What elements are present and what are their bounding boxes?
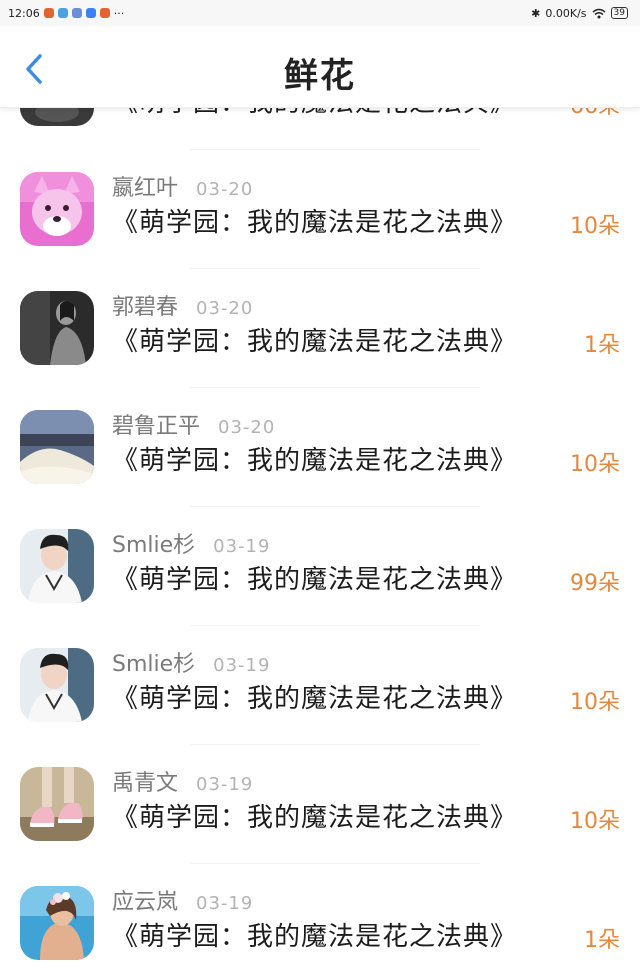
list-item[interactable]: 应云岚 03-19 《萌学园：我的魔法是花之法典》 1朵 bbox=[0, 886, 640, 974]
gift-date: 03-19 bbox=[196, 893, 254, 914]
flower-count: 10朵 bbox=[570, 809, 620, 834]
avatar[interactable] bbox=[20, 886, 94, 960]
user-name[interactable]: 碧鲁正平 bbox=[112, 408, 200, 440]
flower-count: 10朵 bbox=[570, 690, 620, 715]
row-meta: 禹青文 03-19 bbox=[112, 765, 254, 797]
list-item[interactable]: Smlie杉 03-19 《萌学园：我的魔法是花之法典》 99朵 bbox=[0, 529, 640, 648]
divider bbox=[190, 506, 480, 507]
list-item[interactable]: Smlie杉 03-19 《萌学园：我的魔法是花之法典》 10朵 bbox=[0, 648, 640, 767]
book-title: 《萌学园：我的魔法是花之法典》 bbox=[112, 803, 518, 833]
divider bbox=[190, 268, 480, 269]
user-name[interactable]: 郭碧春 bbox=[112, 289, 178, 321]
clock: 12:06 bbox=[8, 6, 40, 20]
avatar[interactable] bbox=[20, 172, 94, 246]
book-title: 《萌学园：我的魔法是花之法典》 bbox=[112, 327, 518, 357]
flower-count: 99朵 bbox=[570, 571, 620, 596]
book-title: 《萌学园：我的魔法是花之法典》 bbox=[112, 684, 518, 714]
avatar[interactable] bbox=[20, 410, 94, 484]
gift-date: 03-20 bbox=[218, 417, 276, 438]
flower-count: 1朵 bbox=[584, 928, 620, 953]
row-meta: 郭碧春 03-20 bbox=[112, 289, 254, 321]
row-meta: 应云岚 03-19 bbox=[112, 884, 254, 916]
user-name[interactable]: Smlie杉 bbox=[112, 527, 195, 559]
user-name[interactable]: 禹青文 bbox=[112, 765, 178, 797]
gift-date: 03-20 bbox=[196, 179, 254, 200]
network-speed: 0.00K/s bbox=[545, 6, 587, 20]
weibo-icon bbox=[99, 8, 110, 18]
app-icon bbox=[71, 8, 82, 18]
row-meta: Smlie杉 03-19 bbox=[112, 527, 271, 559]
page-title: 鲜花 bbox=[284, 56, 356, 96]
list-item[interactable]: 碧鲁正平 03-20 《萌学园：我的魔法是花之法典》 10朵 bbox=[0, 410, 640, 529]
cloud-icon bbox=[57, 8, 68, 18]
book-title: 《萌学园：我的魔法是花之法典》 bbox=[112, 446, 518, 476]
list-item[interactable]: 禹青文 03-19 《萌学园：我的魔法是花之法典》 10朵 bbox=[0, 767, 640, 886]
divider bbox=[190, 387, 480, 388]
app-icon bbox=[85, 8, 96, 18]
divider bbox=[190, 863, 480, 864]
row-meta: Smlie杉 03-19 bbox=[112, 646, 271, 678]
user-name[interactable]: Smlie杉 bbox=[112, 646, 195, 678]
bluetooth-icon: ✱ bbox=[531, 6, 541, 20]
battery-indicator: 39 bbox=[610, 7, 628, 19]
row-meta: 碧鲁正平 03-20 bbox=[112, 408, 276, 440]
book-title: 《萌学园：我的魔法是花之法典》 bbox=[112, 208, 518, 238]
book-title: 《萌学园：我的魔法是花之法典》 bbox=[112, 922, 518, 952]
flower-count: 1朵 bbox=[584, 333, 620, 358]
weibo-icon bbox=[43, 8, 54, 18]
row-meta: 嬴红叶 03-20 bbox=[112, 170, 254, 202]
user-name[interactable]: 嬴红叶 bbox=[112, 170, 178, 202]
status-bar: 12:06 ··· ✱ 0.00K/s 39 bbox=[0, 0, 640, 26]
list-item[interactable]: 嬴红叶 03-20 《萌学园：我的魔法是花之法典》 10朵 bbox=[0, 172, 640, 291]
gift-date: 03-19 bbox=[196, 774, 254, 795]
gift-date: 03-20 bbox=[196, 298, 254, 319]
wifi-icon bbox=[592, 8, 606, 18]
gift-date: 03-19 bbox=[213, 536, 271, 557]
more-notifications: ··· bbox=[113, 6, 125, 20]
avatar[interactable] bbox=[20, 767, 94, 841]
gift-date: 03-19 bbox=[213, 655, 271, 676]
flower-count: 10朵 bbox=[570, 452, 620, 477]
nav-header: 鲜花 bbox=[0, 26, 640, 108]
divider bbox=[190, 625, 480, 626]
book-title: 《萌学园：我的魔法是花之法典》 bbox=[112, 565, 518, 595]
flower-count: 10朵 bbox=[570, 214, 620, 239]
divider bbox=[190, 744, 480, 745]
screen: 《萌学园：我的魔法是花之法典》 66朵 嬴红叶 bbox=[0, 0, 640, 974]
user-name[interactable]: 应云岚 bbox=[112, 884, 178, 916]
avatar[interactable] bbox=[20, 291, 94, 365]
avatar[interactable] bbox=[20, 648, 94, 722]
avatar[interactable] bbox=[20, 529, 94, 603]
list-item[interactable]: 郭碧春 03-20 《萌学园：我的魔法是花之法典》 1朵 bbox=[0, 291, 640, 410]
divider bbox=[190, 149, 480, 150]
